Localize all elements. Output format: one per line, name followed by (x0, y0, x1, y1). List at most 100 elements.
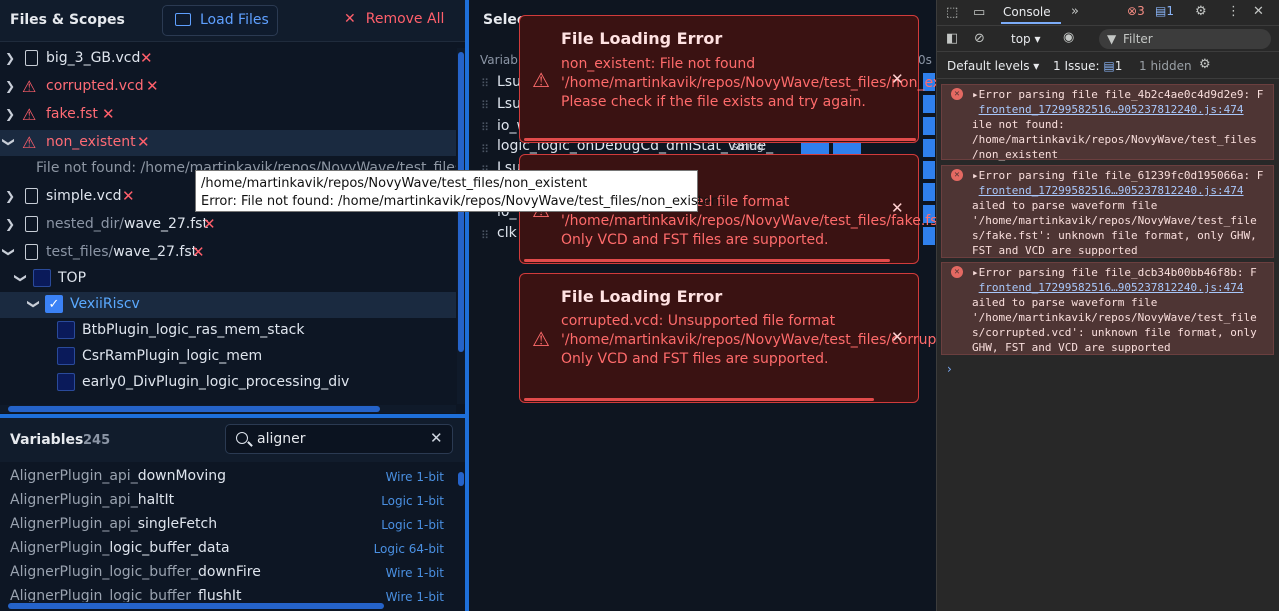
scrollbar-thumb[interactable] (458, 472, 464, 486)
chevron-down-icon[interactable]: ❯ (2, 137, 16, 147)
warning-icon: ⚠ (22, 77, 37, 96)
error-source-link[interactable]: frontend_17299582516…905237812240.js:474 (972, 183, 1269, 198)
settings-gear-icon[interactable]: ⚙ (1195, 4, 1207, 19)
close-toast-icon[interactable]: ✕ (891, 70, 904, 88)
chevron-down-icon[interactable]: ❯ (27, 299, 41, 309)
files-scopes-header: Files & Scopes Load Files ✕ Remove All (0, 0, 465, 42)
console-error-message[interactable]: ✕ ▸Error parsing file file_61239fc0d1950… (941, 165, 1274, 258)
chevron-right-icon[interactable]: ❯ (5, 189, 15, 203)
file-row[interactable]: ❯ nested_dir/wave_27.fst ✕ (0, 212, 456, 238)
scrollbar-thumb[interactable] (8, 603, 384, 609)
search-value[interactable]: aligner (257, 431, 306, 447)
console-filter-input[interactable]: ▼ Filter (1099, 29, 1271, 49)
error-count-badge[interactable]: ⊗3 (1127, 4, 1145, 18)
error-source-link[interactable]: frontend_17299582516…905237812240.js:474 (972, 280, 1269, 295)
console-error-message[interactable]: ✕ ▸Error parsing file file_dcb34b00bb46f… (941, 262, 1274, 355)
message-count-badge[interactable]: ▤1 (1155, 4, 1174, 18)
toast-progress-bar (524, 259, 890, 262)
source-link[interactable]: frontend_17299582516…905237812240.js:474 (979, 103, 1244, 116)
file-row[interactable]: ❯ test_files/wave_27.fst ✕ (0, 240, 456, 266)
error-count: 3 (1137, 4, 1145, 18)
device-toolbar-icon[interactable]: ▭ (973, 5, 985, 20)
drag-handle-icon[interactable]: ⠿ (481, 143, 489, 156)
variable-row[interactable]: AlignerPlugin_logic_buffer_data Logic 64… (0, 537, 456, 561)
scope-checkbox[interactable] (57, 321, 75, 339)
log-levels-dropdown[interactable]: Default levels ▾ (947, 59, 1039, 73)
scope-row[interactable]: ❯ TOP (0, 266, 456, 292)
scope-checkbox[interactable] (33, 269, 51, 287)
chevron-down-icon[interactable]: ❯ (14, 273, 28, 283)
error-source-link[interactable]: frontend_17299582516…905237812240.js:474 (972, 102, 1269, 117)
chevron-right-icon[interactable]: ❯ (5, 51, 15, 65)
variable-row[interactable]: AlignerPlugin_logic_buffer_downFire Wire… (0, 561, 456, 585)
remove-file-icon[interactable]: ✕ (140, 49, 153, 67)
source-link[interactable]: frontend_17299582516…905237812240.js:474 (979, 184, 1244, 197)
tab-console[interactable]: Console (1003, 5, 1051, 19)
file-row-selected[interactable]: ❯ ⚠ non_existent ✕ (0, 130, 456, 156)
chevron-down-icon[interactable]: ❯ (2, 247, 16, 257)
variable-prefix: AlignerPlugin_api_ (10, 468, 138, 484)
console-settings-icon[interactable]: ⚙ (1199, 57, 1211, 72)
variables-vertical-scrollbar[interactable] (457, 466, 465, 606)
scope-row[interactable]: CsrRamPlugin_logic_mem (0, 344, 456, 370)
clear-console-icon[interactable]: ⊘ (974, 31, 985, 46)
scope-row[interactable]: early0_DivPlugin_logic_processing_div (0, 370, 456, 396)
file-row[interactable]: ❯ ⚠ fake.fst ✕ (0, 102, 456, 128)
context-selector[interactable]: top ▾ (1011, 32, 1041, 46)
remove-file-icon[interactable]: ✕ (137, 133, 150, 151)
remove-file-icon[interactable]: ✕ (192, 243, 205, 261)
console-prompt-icon[interactable]: › (947, 362, 952, 376)
remove-file-icon[interactable]: ✕ (146, 77, 159, 95)
drag-handle-icon[interactable]: ⠿ (481, 77, 489, 90)
scope-row-selected[interactable]: ❯ ✓ VexiiRiscv (0, 292, 456, 318)
chevron-right-icon[interactable]: ❯ (5, 217, 15, 231)
inspect-icon[interactable]: ⬚ (946, 5, 958, 20)
remove-file-icon[interactable]: ✕ (203, 215, 216, 233)
clear-search-icon[interactable]: ✕ (430, 429, 443, 447)
variable-row[interactable]: AlignerPlugin_api_haltIt Logic 1-bit (0, 489, 456, 513)
scope-row[interactable]: BtbPlugin_logic_ras_mem_stack (0, 318, 456, 344)
tree-horizontal-scrollbar[interactable] (0, 405, 456, 413)
drag-handle-icon[interactable]: ⠿ (481, 229, 489, 242)
console-error-message[interactable]: ✕ ▸Error parsing file file_4b2c4ae0c4d9d… (941, 84, 1274, 161)
variables-horizontal-scrollbar[interactable] (0, 602, 456, 610)
load-files-button[interactable]: Load Files (162, 5, 278, 36)
chevron-right-icon[interactable]: ❯ (5, 107, 15, 121)
sidebar-toggle-icon[interactable]: ◧ (946, 31, 958, 46)
close-devtools-icon[interactable]: ✕ (1253, 4, 1264, 19)
variable-row[interactable]: AlignerPlugin_api_singleFetch Logic 1-bi… (0, 513, 456, 537)
remove-file-icon[interactable]: ✕ (102, 105, 115, 123)
more-tabs-icon[interactable]: » (1071, 4, 1079, 19)
chevron-right-icon[interactable]: ❯ (5, 79, 15, 93)
drag-handle-icon[interactable]: ⠿ (481, 121, 489, 134)
source-link[interactable]: frontend_17299582516…905237812240.js:474 (979, 281, 1244, 294)
file-row[interactable]: ❯ ⚠ corrupted.vcd ✕ (0, 74, 456, 100)
timeline-label: 0s (918, 53, 932, 67)
variables-title: Variables (10, 432, 84, 448)
remove-file-icon[interactable]: ✕ (122, 187, 135, 205)
scope-checkbox-checked[interactable]: ✓ (45, 295, 63, 313)
issues-link[interactable]: 1 Issue: ▤1 (1053, 59, 1122, 73)
active-tab-indicator (1001, 22, 1061, 24)
issues-icon: ▤ (1103, 59, 1115, 73)
scope-checkbox[interactable] (57, 347, 75, 365)
variable-row[interactable]: AlignerPlugin_logic_buffer_flushIt Wire … (0, 585, 456, 602)
variable-row[interactable]: AlignerPlugin_api_downMoving Wire 1-bit (0, 465, 456, 489)
file-row[interactable]: ❯ big_3_GB.vcd ✕ (0, 46, 456, 72)
scope-checkbox[interactable] (57, 373, 75, 391)
error-toast: ⚠ File Loading Error corrupted.vcd: Unsu… (519, 273, 997, 403)
more-options-icon[interactable]: ⋮ (1227, 4, 1240, 19)
file-base: wave_27.fst (124, 216, 208, 232)
drag-handle-icon[interactable]: ⠿ (481, 99, 489, 112)
variables-search-input[interactable]: aligner ✕ (225, 424, 453, 454)
remove-all-button[interactable]: ✕ Remove All (344, 11, 444, 27)
scrollbar-thumb[interactable] (8, 406, 380, 412)
devtools-panel: ⬚ ▭ Console » ⊗3 ▤1 ⚙ ⋮ ✕ ◧ ⊘ top ▾ ◉ ▼ … (936, 0, 1279, 611)
close-toast-icon[interactable]: ✕ (891, 199, 904, 217)
eye-icon[interactable]: ◉ (1063, 30, 1074, 45)
variable-suffix: flushIt (198, 588, 242, 602)
tree-vertical-scrollbar[interactable] (457, 48, 465, 404)
error-head-text: Error parsing file file_4b2c4ae0c4d9d2e9… (978, 88, 1264, 101)
close-toast-icon[interactable]: ✕ (891, 328, 904, 346)
waveform-segment (923, 227, 935, 245)
